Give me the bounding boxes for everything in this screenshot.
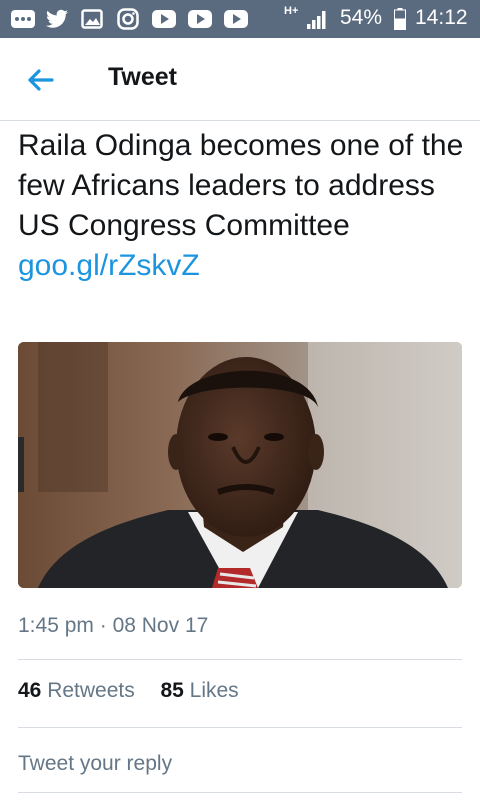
twitter-icon xyxy=(44,8,70,30)
network-type: H+ xyxy=(284,5,299,17)
youtube-icon xyxy=(150,8,178,30)
battery-icon xyxy=(393,8,407,30)
battery-percent: 54% xyxy=(340,6,383,29)
youtube-icon xyxy=(222,8,250,30)
tweet-date: 08 Nov 17 xyxy=(112,614,209,637)
divider xyxy=(18,727,462,728)
clock: 14:12 xyxy=(415,6,468,29)
tweet-photo[interactable] xyxy=(18,342,462,588)
retweets-label: Retweets xyxy=(47,679,135,702)
likes-label: Likes xyxy=(189,679,239,702)
retweets-link[interactable]: 46 Retweets xyxy=(18,679,141,702)
photo-illustration xyxy=(18,342,462,588)
timestamp-separator: · xyxy=(99,614,107,637)
likes-count: 85 xyxy=(160,679,184,702)
likes-link[interactable]: 85 Likes xyxy=(160,679,238,702)
instagram-icon xyxy=(116,8,140,30)
app-bar: Tweet xyxy=(0,38,480,121)
more-icon xyxy=(10,8,36,30)
tweet-link[interactable]: goo.gl/rZskvZ xyxy=(18,246,468,286)
reply-input[interactable]: Tweet your reply xyxy=(18,752,172,776)
divider xyxy=(18,659,462,660)
tweet-timestamp: 1:45 pm · 08 Nov 17 xyxy=(18,614,208,638)
tweet-text: Raila Odinga becomes one of the few Afri… xyxy=(18,129,464,242)
tweet-time: 1:45 pm xyxy=(18,614,94,637)
tweet-stats: 46 Retweets 85 Likes xyxy=(18,679,239,703)
signal-icon xyxy=(305,8,329,30)
tweet-body: Raila Odinga becomes one of the few Afri… xyxy=(18,126,468,286)
retweets-count: 46 xyxy=(18,679,42,702)
back-arrow-icon[interactable] xyxy=(22,62,62,98)
page-title: Tweet xyxy=(108,63,177,91)
gallery-icon xyxy=(80,8,104,30)
divider xyxy=(18,792,462,793)
status-bar: H+ 54% 14:12 xyxy=(0,0,480,38)
youtube-icon xyxy=(186,8,214,30)
